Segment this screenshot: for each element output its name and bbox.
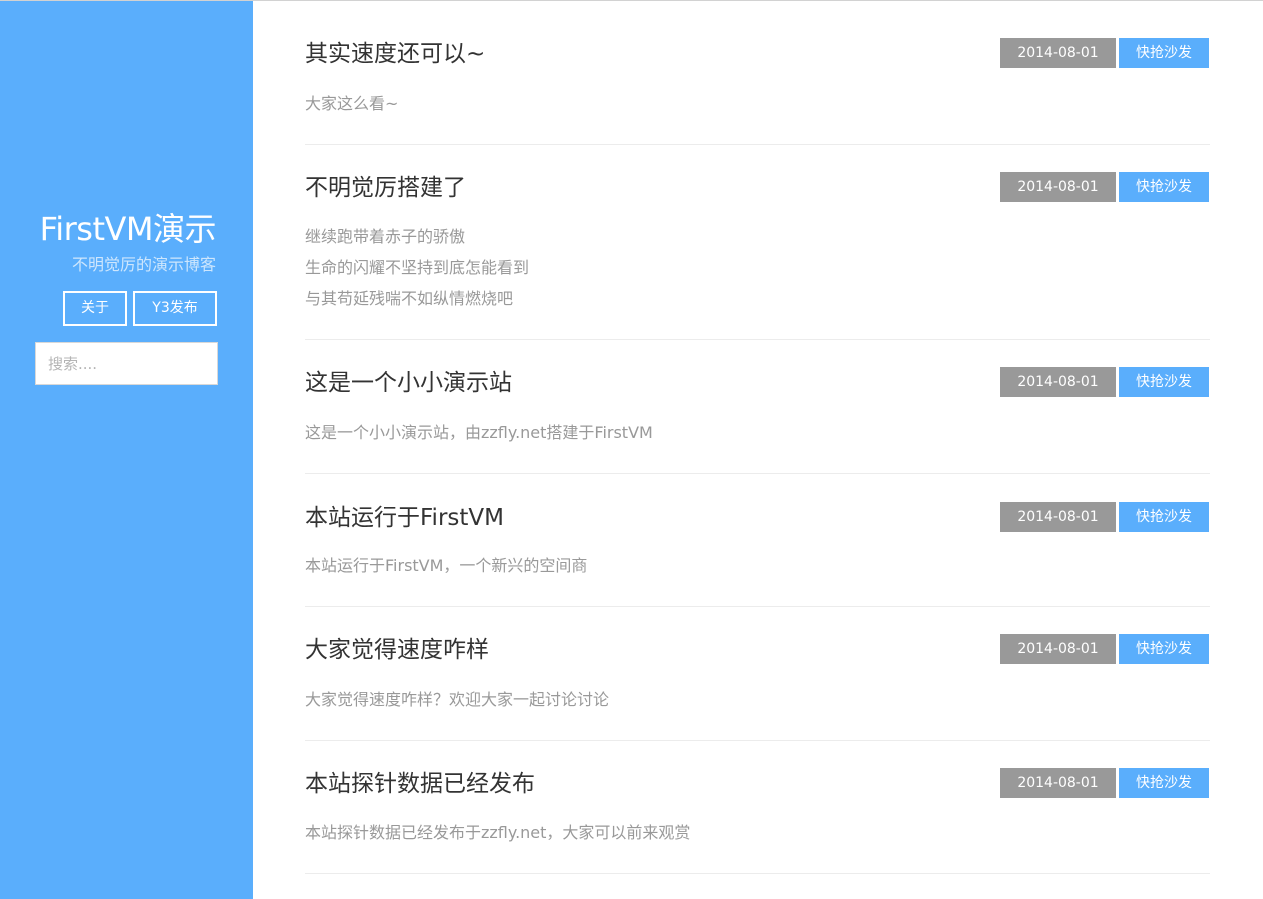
post-badges: 2014-08-01 快抢沙发 (1000, 172, 1209, 202)
post-item: 本站探针数据已经发布 2014-08-01 快抢沙发 本站探针数据已经发布于zz… (305, 741, 1210, 874)
post-date-badge: 2014-08-01 (1000, 38, 1116, 68)
post-excerpt: 继续跑带着赤子的骄傲 生命的闪耀不坚持到底怎能看到 与其苟延残喘不如纵情燃烧吧 (305, 221, 529, 314)
post-excerpt: 这是一个小小演示站，由zzfly.net搭建于FirstVM (305, 417, 653, 448)
post-list: 其实速度还可以~ 2014-08-01 快抢沙发 大家这么看~ 不明觉厉搭建了 … (305, 0, 1210, 874)
comment-button[interactable]: 快抢沙发 (1119, 502, 1209, 532)
comment-button[interactable]: 快抢沙发 (1119, 38, 1209, 68)
excerpt-line: 大家觉得速度咋样？欢迎大家一起讨论讨论 (305, 690, 610, 709)
post-badges: 2014-08-01 快抢沙发 (1000, 367, 1209, 397)
post-badges: 2014-08-01 快抢沙发 (1000, 38, 1209, 68)
nav-about-button[interactable]: 关于 (63, 291, 127, 326)
post-item: 本站运行于FirstVM 2014-08-01 快抢沙发 本站运行于FirstV… (305, 474, 1210, 607)
comment-button[interactable]: 快抢沙发 (1119, 172, 1209, 202)
site-title[interactable]: FirstVM演示 (40, 207, 217, 251)
nav-y3-release-button[interactable]: Y3发布 (133, 291, 217, 326)
post-title[interactable]: 本站运行于FirstVM (305, 502, 504, 534)
excerpt-line: 大家这么看~ (305, 94, 399, 113)
post-badges: 2014-08-01 快抢沙发 (1000, 768, 1209, 798)
post-date-badge: 2014-08-01 (1000, 172, 1116, 202)
post-badges: 2014-08-01 快抢沙发 (1000, 502, 1209, 532)
post-badges: 2014-08-01 快抢沙发 (1000, 634, 1209, 664)
post-item: 其实速度还可以~ 2014-08-01 快抢沙发 大家这么看~ (305, 0, 1210, 145)
post-item: 大家觉得速度咋样 2014-08-01 快抢沙发 大家觉得速度咋样？欢迎大家一起… (305, 607, 1210, 741)
post-date-badge: 2014-08-01 (1000, 768, 1116, 798)
post-title[interactable]: 其实速度还可以~ (305, 38, 485, 70)
post-date-badge: 2014-08-01 (1000, 367, 1116, 397)
post-date-badge: 2014-08-01 (1000, 502, 1116, 532)
excerpt-line: 本站探针数据已经发布于zzfly.net，大家可以前来观赏 (305, 823, 691, 842)
post-title[interactable]: 不明觉厉搭建了 (305, 172, 466, 204)
post-excerpt: 大家觉得速度咋样？欢迎大家一起讨论讨论 (305, 684, 609, 715)
post-title[interactable]: 本站探针数据已经发布 (305, 768, 535, 800)
excerpt-line: 继续跑带着赤子的骄傲 (305, 227, 466, 246)
site-subtitle: 不明觉厉的演示博客 (71, 255, 216, 274)
excerpt-line: 这是一个小小演示站，由zzfly.net搭建于FirstVM (305, 423, 653, 442)
comment-button[interactable]: 快抢沙发 (1119, 634, 1209, 664)
post-title[interactable]: 大家觉得速度咋样 (305, 634, 489, 666)
search-input[interactable] (35, 342, 218, 385)
post-excerpt: 本站运行于FirstVM，一个新兴的空间商 (305, 550, 587, 581)
post-excerpt: 本站探针数据已经发布于zzfly.net，大家可以前来观赏 (305, 817, 690, 848)
excerpt-line: 与其苟延残喘不如纵情燃烧吧 (305, 289, 514, 308)
post-excerpt: 大家这么看~ (305, 88, 398, 119)
excerpt-line: 本站运行于FirstVM，一个新兴的空间商 (305, 556, 588, 575)
excerpt-line: 生命的闪耀不坚持到底怎能看到 (305, 258, 530, 277)
post-item: 这是一个小小演示站 2014-08-01 快抢沙发 这是一个小小演示站，由zzf… (305, 340, 1210, 474)
post-item: 不明觉厉搭建了 2014-08-01 快抢沙发 继续跑带着赤子的骄傲 生命的闪耀… (305, 145, 1210, 340)
post-title[interactable]: 这是一个小小演示站 (305, 367, 512, 399)
post-date-badge: 2014-08-01 (1000, 634, 1116, 664)
comment-button[interactable]: 快抢沙发 (1119, 367, 1209, 397)
sidebar: FirstVM演示 不明觉厉的演示博客 关于 Y3发布 (0, 1, 253, 899)
comment-button[interactable]: 快抢沙发 (1119, 768, 1209, 798)
